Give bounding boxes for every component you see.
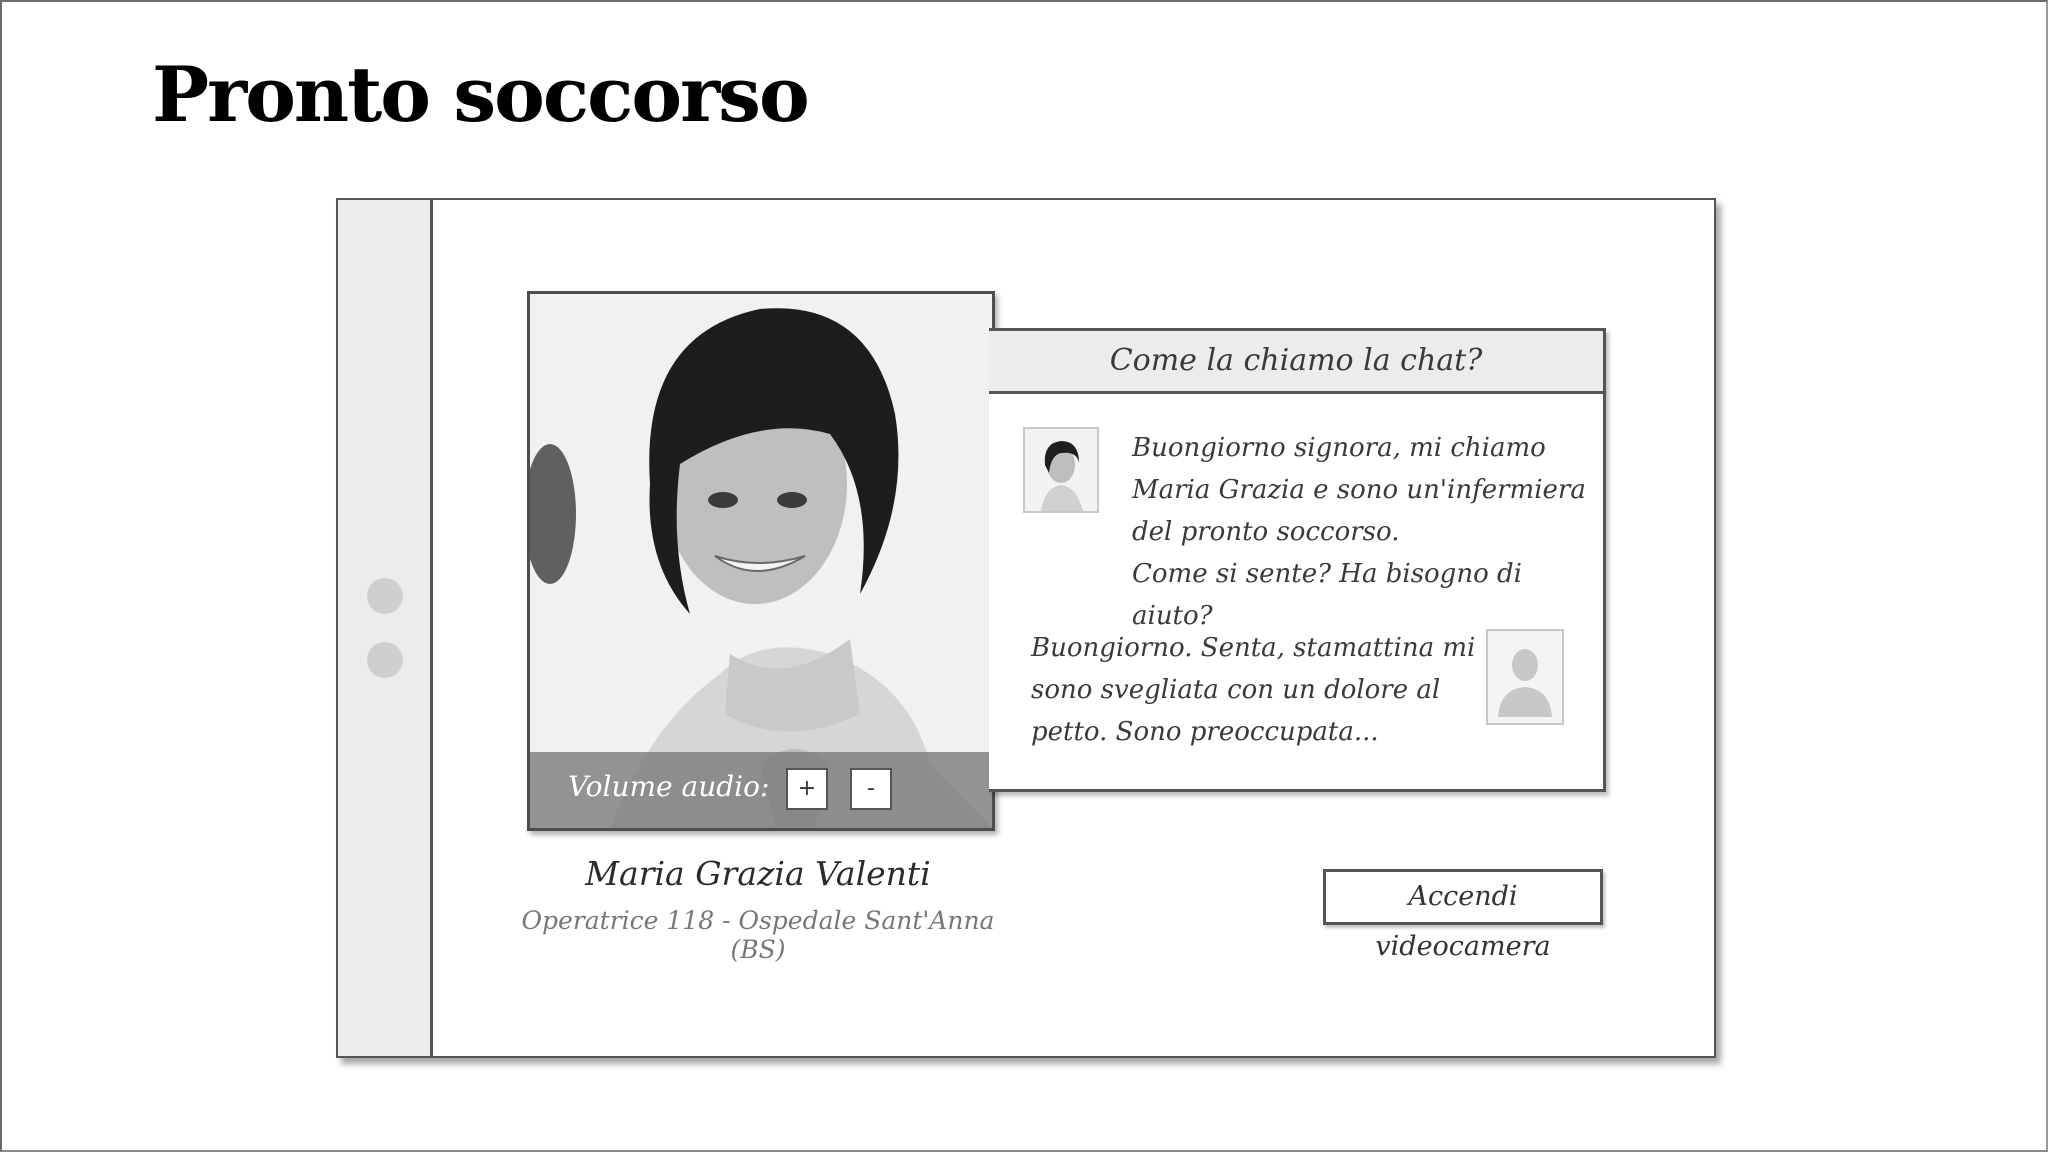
operator-avatar-icon <box>1025 429 1097 511</box>
user-silhouette-icon <box>1488 631 1562 723</box>
operator-name: Maria Grazia Valenti <box>585 854 931 893</box>
device-side-rail <box>338 200 433 1056</box>
chat-panel: Come la chiamo la chat? Buongiorno signo… <box>989 328 1606 792</box>
volume-bar: Volume audio: + - <box>530 752 992 828</box>
rail-button-lower[interactable] <box>367 642 403 678</box>
rail-button-upper[interactable] <box>367 578 403 614</box>
user-avatar <box>1486 629 1564 725</box>
volume-up-button[interactable]: + <box>786 768 828 810</box>
chat-message-user: Buongiorno. Senta, stamattina mi sono sv… <box>1031 633 1476 747</box>
operator-avatar <box>1023 427 1099 513</box>
slide-title: Pronto soccorso <box>152 50 810 139</box>
operator-photo <box>530 294 992 828</box>
chat-header[interactable]: Come la chiamo la chat? <box>989 331 1603 394</box>
camera-on-button[interactable]: Accendi videocamera <box>1323 869 1603 962</box>
volume-label: Volume audio: <box>568 770 770 803</box>
volume-down-button[interactable]: - <box>850 768 892 810</box>
video-feed: Volume audio: + - <box>527 291 995 831</box>
chat-message-operator: Buongiorno signora, mi chiamo Maria Graz… <box>1132 433 1586 631</box>
operator-role: Operatrice 118 - Ospedale Sant'Anna (BS) <box>521 906 995 964</box>
